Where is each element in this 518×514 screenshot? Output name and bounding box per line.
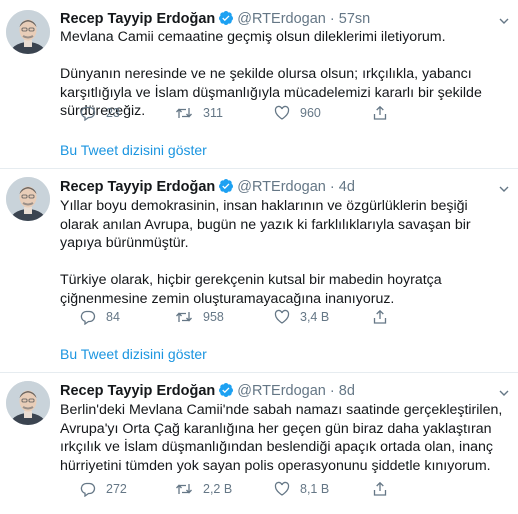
share-icon (373, 481, 387, 496)
tweet-header: Recep Tayyip Erdoğan @RTErdogan · 8d (60, 382, 510, 400)
like-count: 960 (300, 106, 321, 120)
avatar[interactable] (6, 10, 50, 54)
verified-badge-icon (218, 382, 234, 403)
tweet[interactable]: Recep Tayyip Erdoğan @RTErdogan · 57sn Me… (0, 0, 518, 168)
tweet-actions: 84 958 3,4 B (60, 308, 500, 326)
verified-badge-icon (218, 178, 234, 199)
avatar[interactable] (6, 177, 50, 221)
tweet[interactable]: Recep Tayyip Erdoğan @RTErdogan · 8d Berl… (0, 373, 518, 514)
share-icon (373, 105, 387, 120)
author-name[interactable]: Recep Tayyip Erdoğan (60, 179, 215, 195)
chevron-down-icon[interactable] (498, 14, 510, 26)
like-button[interactable]: 8,1 B (274, 480, 329, 498)
like-count: 8,1 B (300, 482, 330, 496)
avatar[interactable] (6, 381, 50, 425)
retweet-icon (176, 312, 192, 322)
like-count: 3,4 B (300, 310, 330, 324)
share-button[interactable] (372, 308, 388, 326)
avatar-image (6, 381, 50, 425)
tweet-paragraph: Mevlana Camii cemaatine geçmiş olsun dil… (60, 29, 446, 45)
share-button[interactable] (372, 480, 388, 498)
tweet[interactable]: Recep Tayyip Erdoğan @RTErdogan · 4d Yıll… (0, 169, 518, 369)
author-handle[interactable]: @RTErdogan (237, 11, 326, 27)
retweet-button[interactable]: 311 (175, 104, 223, 122)
tweet-text: Yıllar boyu demokrasinin, insan hakların… (60, 197, 506, 308)
retweet-count: 2,2 B (203, 482, 233, 496)
reply-icon (80, 482, 96, 497)
avatar-image (6, 177, 50, 221)
show-thread-link[interactable]: Bu Tweet dizisini göster (60, 345, 207, 363)
retweet-icon (176, 108, 192, 118)
tweet-header: Recep Tayyip Erdoğan @RTErdogan · 4d (60, 178, 510, 196)
reply-count: 84 (106, 310, 120, 324)
author-name[interactable]: Recep Tayyip Erdoğan (60, 383, 215, 399)
chevron-down-icon[interactable] (498, 182, 510, 194)
author-name[interactable]: Recep Tayyip Erdoğan (60, 11, 215, 27)
reply-button[interactable]: 84 (80, 308, 120, 326)
like-icon (274, 481, 290, 496)
separator-dot: · (329, 11, 335, 27)
author-handle[interactable]: @RTErdogan (237, 179, 326, 195)
tweet-paragraph: Berlin'deki Mevlana Camii'nde sabah nama… (60, 402, 503, 474)
reply-button[interactable]: 23 (80, 104, 120, 122)
retweet-button[interactable]: 2,2 B (175, 480, 232, 498)
retweet-count: 958 (203, 310, 224, 324)
tweet-time[interactable]: 8d (339, 383, 355, 399)
retweet-icon (176, 484, 192, 494)
avatar-image (6, 10, 50, 54)
tweet-time[interactable]: 4d (339, 179, 355, 195)
reply-button[interactable]: 272 (80, 480, 127, 498)
tweet-text: Berlin'deki Mevlana Camii'nde sabah nama… (60, 401, 506, 475)
share-icon (373, 309, 387, 324)
separator-dot: · (329, 383, 335, 399)
reply-count: 23 (106, 106, 120, 120)
like-icon (274, 105, 290, 120)
tweet-feed: Recep Tayyip Erdoğan @RTErdogan · 57sn Me… (0, 0, 518, 514)
like-button[interactable]: 3,4 B (274, 308, 329, 326)
retweet-button[interactable]: 958 (175, 308, 224, 326)
separator-dot: · (329, 179, 335, 195)
tweet-paragraph: Türkiye olarak, hiçbir gerekçenin kutsal… (60, 272, 442, 307)
tweet-actions: 272 2,2 B 8,1 B (60, 480, 500, 498)
share-button[interactable] (372, 104, 388, 122)
like-icon (274, 309, 290, 324)
tweet-time[interactable]: 57sn (339, 11, 370, 27)
like-button[interactable]: 960 (274, 104, 321, 122)
tweet-header: Recep Tayyip Erdoğan @RTErdogan · 57sn (60, 10, 510, 28)
tweet-paragraph: Yıllar boyu demokrasinin, insan hakların… (60, 198, 471, 251)
author-handle[interactable]: @RTErdogan (237, 383, 326, 399)
reply-icon (80, 106, 96, 121)
reply-count: 272 (106, 482, 127, 496)
reply-icon (80, 310, 96, 325)
tweet-actions: 23 311 960 (60, 104, 500, 122)
chevron-down-icon[interactable] (498, 386, 510, 398)
retweet-count: 311 (203, 106, 223, 120)
show-thread-link[interactable]: Bu Tweet dizisini göster (60, 141, 207, 159)
